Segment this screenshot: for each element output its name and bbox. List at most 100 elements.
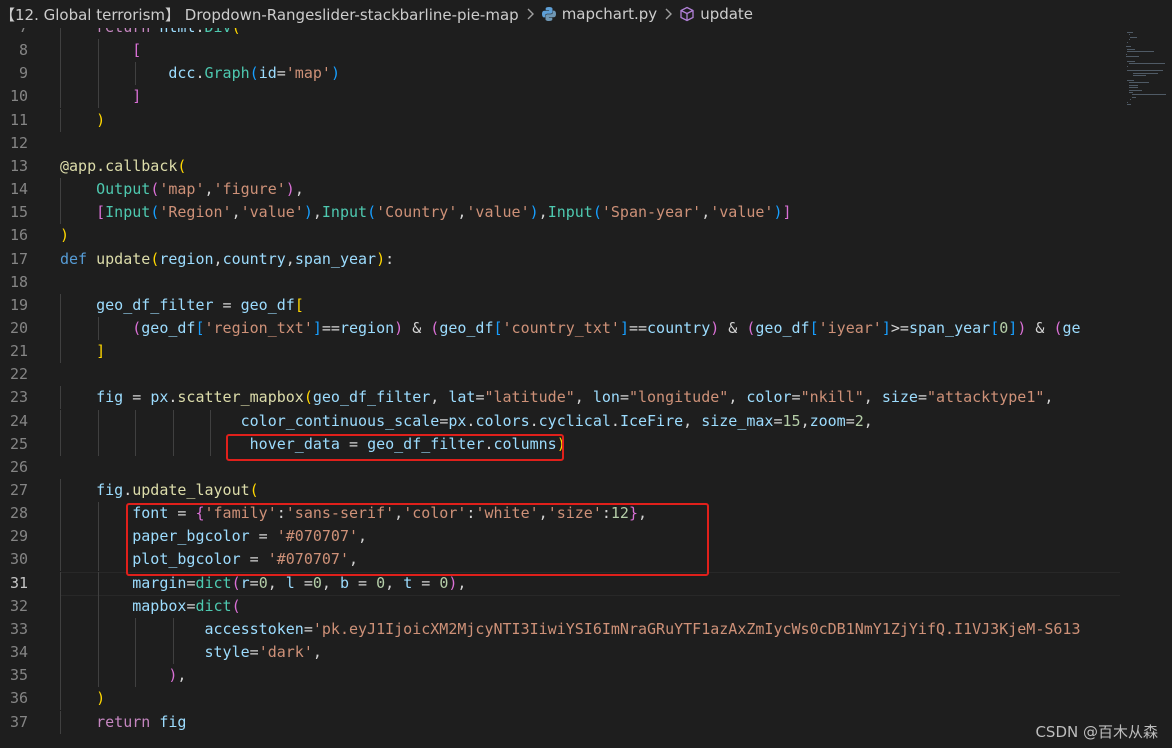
- minimap-line: [1130, 99, 1131, 101]
- code-line[interactable]: 11 ): [0, 108, 1120, 132]
- code-line[interactable]: 16): [0, 224, 1120, 247]
- code-text: return fig: [96, 712, 187, 731]
- line-number: 9: [18, 64, 28, 83]
- line-number: 11: [9, 110, 28, 129]
- line-number: 28: [9, 504, 28, 523]
- breadcrumb-folder-label: 【12. Global terrorism】 Dropdown-Rangesli…: [0, 5, 519, 24]
- line-number: 30: [9, 550, 28, 569]
- code-line[interactable]: 19 geo_df_filter = geo_df[: [0, 293, 1120, 317]
- minimap-line: [1127, 70, 1164, 72]
- code-line[interactable]: 21 ]: [0, 340, 1120, 364]
- code-editor[interactable]: 7 return html.Div(8 [9 dcc.Graph(id='map…: [0, 28, 1120, 748]
- chevron-right-icon: [525, 8, 535, 20]
- minimap-line: [1127, 32, 1133, 33]
- code-text: ]: [96, 342, 106, 361]
- code-line[interactable]: 33 accesstoken='pk.eyJ1IjoicXM2MjcyNTI3I…: [0, 617, 1120, 641]
- chevron-right-icon: [663, 8, 673, 20]
- code-text: paper_bgcolor = '#070707',: [132, 527, 368, 546]
- code-text: return html.Div(: [60, 28, 241, 39]
- code-text: fig.update_layout(: [96, 481, 259, 499]
- code-line[interactable]: 29 paper_bgcolor = '#070707',: [0, 525, 1120, 549]
- code-line[interactable]: 17 def update(region,country,span_year):: [0, 248, 1120, 271]
- minimap-line: [1127, 48, 1136, 50]
- code-text: ): [60, 226, 70, 245]
- code-text: font = {'family':'sans-serif','color':'w…: [132, 504, 648, 523]
- code-line[interactable]: 8 [: [0, 39, 1120, 63]
- minimap-line: [1130, 36, 1137, 38]
- breadcrumb-symbol-label: update: [700, 5, 754, 23]
- line-number: 34: [9, 643, 28, 662]
- code-line[interactable]: 25 hover_data = geo_df_filter.columns): [0, 432, 1120, 456]
- code-line[interactable]: 24 color_continuous_scale=px.colors.cycl…: [0, 409, 1120, 433]
- code-text: accesstoken='pk.eyJ1IjoicXM2MjcyNTI3Iiwi…: [204, 619, 1081, 638]
- line-number: 12: [9, 133, 28, 152]
- breadcrumb-file[interactable]: mapchart.py: [541, 0, 658, 28]
- line-number: 36: [9, 689, 28, 708]
- minimap-line: [1133, 75, 1146, 77]
- code-line[interactable]: 22: [0, 363, 1120, 386]
- code-line[interactable]: 26: [0, 456, 1120, 479]
- line-number: 19: [9, 295, 28, 314]
- code-line[interactable]: 12: [0, 132, 1120, 155]
- line-number: 15: [9, 203, 28, 222]
- line-number: 13: [9, 156, 28, 175]
- code-text: hover_data = geo_df_filter.columns): [249, 434, 566, 453]
- cube-method-icon: [679, 6, 695, 22]
- minimap-line: [1127, 104, 1131, 105]
- minimap-line: [1128, 63, 1165, 65]
- line-number: 17: [9, 249, 28, 268]
- line-number: 29: [9, 527, 28, 546]
- code-text: dcc.Graph(id='map'): [168, 64, 340, 83]
- code-text: ): [96, 689, 106, 708]
- code-text: ]: [132, 87, 142, 106]
- code-text: ),: [168, 666, 187, 685]
- line-number: 33: [9, 619, 28, 638]
- code-line[interactable]: 35 ),: [0, 664, 1120, 688]
- code-line[interactable]: 9 dcc.Graph(id='map'): [0, 62, 1120, 86]
- code-line[interactable]: 13 @app.callback(: [0, 155, 1120, 178]
- code-line[interactable]: 15 [Input('Region','value'),Input('Count…: [0, 201, 1120, 225]
- watermark: CSDN @百木从森: [1035, 723, 1158, 741]
- line-number: 27: [9, 481, 28, 499]
- code-text: fig = px.scatter_mapbox(geo_df_filter, l…: [96, 388, 1054, 407]
- line-number: 10: [9, 87, 28, 106]
- breadcrumb-folder[interactable]: 【12. Global terrorism】 Dropdown-Rangesli…: [0, 0, 519, 28]
- line-number: 26: [9, 457, 28, 476]
- line-number: 16: [9, 226, 28, 245]
- breadcrumb-symbol[interactable]: update: [679, 0, 753, 28]
- code-line[interactable]: 10 ]: [0, 85, 1120, 109]
- code-line[interactable]: 7 return html.Div(: [0, 28, 1120, 39]
- line-number: 31: [9, 573, 28, 592]
- code-text: @app.callback(: [60, 156, 187, 175]
- code-line[interactable]: 20 (geo_df['region_txt']==region) & (geo…: [0, 316, 1120, 340]
- line-number: 18: [9, 272, 28, 291]
- code-line[interactable]: 18: [0, 271, 1120, 294]
- line-number: 24: [9, 411, 28, 430]
- minimap-line: [1133, 72, 1158, 74]
- code-line[interactable]: 28 font = {'family':'sans-serif','color'…: [0, 502, 1120, 526]
- minimap-line: [1128, 84, 1138, 86]
- code-line[interactable]: 23 fig = px.scatter_mapbox(geo_df_filter…: [0, 386, 1120, 410]
- line-number: 22: [9, 365, 28, 384]
- minimap-line: [1131, 94, 1166, 96]
- code-line[interactable]: 32 mapbox=dict(: [0, 594, 1120, 618]
- vertical-scrollbar[interactable]: [1158, 28, 1172, 748]
- code-text: (geo_df['region_txt']==region) & (geo_df…: [132, 318, 1081, 337]
- line-number: 8: [18, 41, 28, 60]
- code-text: [Input('Region','value'),Input('Country'…: [96, 203, 792, 222]
- code-line[interactable]: 37 return fig: [0, 710, 1120, 734]
- minimap[interactable]: [1120, 28, 1172, 748]
- breadcrumb-file-label: mapchart.py: [561, 5, 658, 23]
- code-line[interactable]: 14 Output('map','figure'),: [0, 178, 1120, 202]
- minimap-line: [1128, 82, 1149, 84]
- code-line[interactable]: 30 plot_bgcolor = '#070707',: [0, 548, 1120, 572]
- code-text: geo_df_filter = geo_df[: [96, 295, 304, 314]
- code-line[interactable]: 31 margin=dict(r=0, l =0, b = 0, t = 0),: [0, 571, 1120, 596]
- line-number: 37: [9, 712, 28, 731]
- code-line[interactable]: 36 ): [0, 687, 1120, 711]
- code-text: ): [96, 110, 106, 129]
- code-line[interactable]: 27 fig.update_layout(: [0, 479, 1120, 502]
- code-line[interactable]: 34 style='dark',: [0, 641, 1120, 665]
- line-number: 25: [9, 434, 28, 453]
- code-text: margin=dict(r=0, l =0, b = 0, t = 0),: [132, 573, 467, 592]
